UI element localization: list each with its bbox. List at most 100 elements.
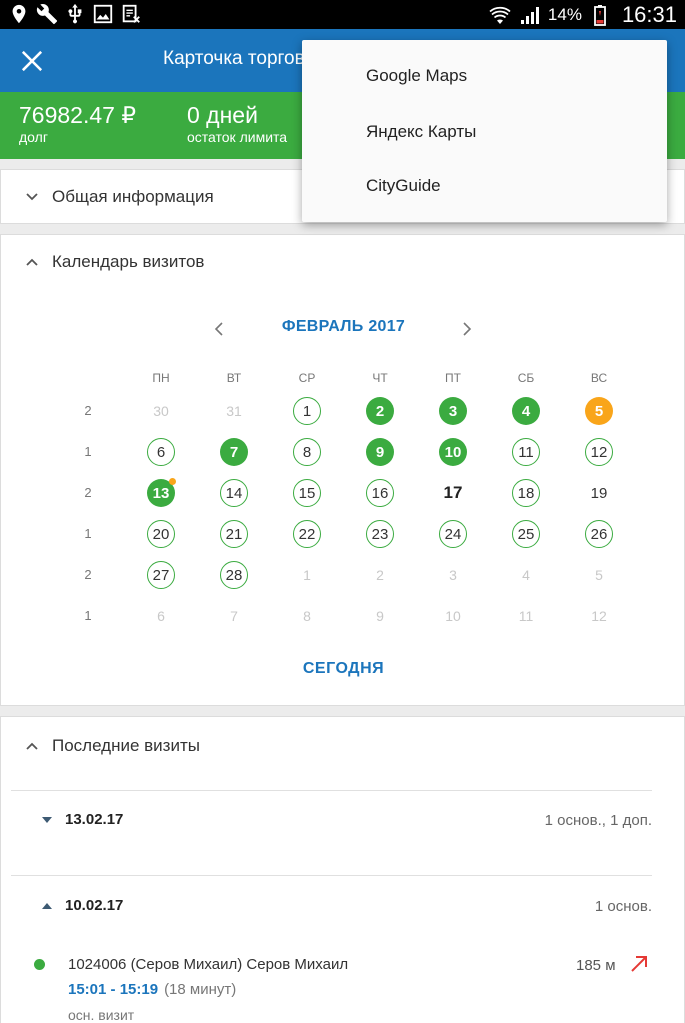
calendar-day[interactable]: 4: [512, 397, 540, 425]
calendar-day-number: 30: [153, 403, 169, 419]
calendar-day-number: 22: [298, 525, 316, 543]
calendar-day: 6: [147, 602, 175, 630]
weekday-label: ВС: [590, 371, 608, 385]
calendar-day-number: 18: [517, 484, 535, 502]
calendar-day-number: 21: [225, 525, 243, 543]
calendar-day-number: 1: [303, 567, 311, 583]
calendar-day-number: 14: [225, 484, 243, 502]
visit-time-range: 15:01 - 15:19: [68, 981, 159, 998]
weekday-label: ПТ: [445, 371, 461, 385]
location-icon: [12, 4, 26, 24]
limit-block: 0 дней остаток лимита: [187, 102, 287, 146]
recent-visits-header[interactable]: Последние визиты: [25, 736, 200, 756]
calendar-day-number: 15: [298, 484, 316, 502]
calendar-day-number: 2: [376, 567, 384, 583]
calendar-day[interactable]: 26: [585, 520, 613, 548]
divider: [11, 875, 652, 876]
calendar-day-number: 8: [302, 443, 312, 461]
calendar-day[interactable]: 15: [293, 479, 321, 507]
visit-group-0[interactable]: 13.02.17: [41, 811, 123, 828]
calendar-day: 10: [439, 602, 467, 630]
calendar-day-number: 4: [522, 567, 530, 583]
calendar-day-number: 31: [226, 403, 242, 419]
general-info-title: Общая информация: [52, 187, 214, 206]
arrow-up-right-icon[interactable]: [629, 954, 649, 974]
visit-duration: (18 минут): [164, 981, 237, 998]
today-button[interactable]: СЕГОДНЯ: [1, 660, 685, 678]
calendar-day-number: 7: [230, 608, 238, 624]
next-month-button[interactable]: [455, 317, 479, 341]
calendar-day-number: 13: [152, 484, 170, 502]
close-button[interactable]: [14, 43, 50, 79]
calendar-header[interactable]: Календарь визитов: [25, 252, 204, 272]
calendar-day-number: 10: [445, 608, 461, 624]
calendar-day[interactable]: 20: [147, 520, 175, 548]
battery-icon: [594, 5, 606, 26]
calendar-day: 1: [293, 561, 321, 589]
calendar-day[interactable]: 8: [293, 438, 321, 466]
usb-icon: [68, 3, 82, 24]
days-value: 0 дней: [187, 102, 258, 128]
recent-visits-card: Последние визиты 13.02.17 1 основ., 1 до…: [0, 716, 685, 1023]
menu-item-yandex-maps[interactable]: Яндекс Карты: [366, 122, 476, 142]
calendar-day-number: 9: [376, 608, 384, 624]
calendar-day[interactable]: 6: [147, 438, 175, 466]
recent-visits-title: Последние визиты: [52, 736, 200, 755]
calendar-day[interactable]: 16: [366, 479, 394, 507]
calendar-day[interactable]: 19: [585, 479, 613, 507]
chevron-up-icon: [26, 742, 38, 750]
calendar-title: Календарь визитов: [52, 252, 205, 271]
calendar-day[interactable]: 22: [293, 520, 321, 548]
calendar-day[interactable]: 9: [366, 438, 394, 466]
calendar-day[interactable]: 14: [220, 479, 248, 507]
general-info-header[interactable]: Общая информация: [25, 187, 214, 207]
calendar-day-number: 3: [449, 567, 457, 583]
calendar-day-number: 1: [302, 402, 312, 420]
calendar-day[interactable]: 1: [293, 397, 321, 425]
status-bar: 14% 16:31: [0, 0, 685, 29]
calendar-day: 9: [366, 602, 394, 630]
visit-status-dot: [34, 959, 45, 970]
weekday-label: СБ: [517, 371, 535, 385]
calendar-day[interactable]: 25: [512, 520, 540, 548]
calendar-day[interactable]: 24: [439, 520, 467, 548]
menu-item-cityguide[interactable]: CityGuide: [366, 176, 441, 196]
calendar-day[interactable]: 7: [220, 438, 248, 466]
calendar-day[interactable]: 27: [147, 561, 175, 589]
calendar-day-number: 6: [156, 443, 166, 461]
calendar-day[interactable]: 5: [585, 397, 613, 425]
week-visit-count: 1: [84, 608, 92, 623]
week-visit-count: 1: [84, 444, 92, 459]
calendar-nav: ФЕВРАЛЬ 2017: [1, 315, 685, 341]
weekday-label: СР: [298, 371, 316, 385]
calendar-day[interactable]: 2: [366, 397, 394, 425]
visit-name[interactable]: 1024006 (Серов Михаил) Серов Михаил: [68, 956, 348, 973]
calendar-day-number: 16: [371, 484, 389, 502]
calendar-day[interactable]: 10: [439, 438, 467, 466]
weekday-label: ВТ: [226, 371, 242, 385]
calendar-day-number: 11: [518, 443, 534, 461]
calendar-day[interactable]: 28: [220, 561, 248, 589]
calendar-day-number: 7: [229, 443, 239, 461]
maps-popup-menu: Google Maps Яндекс Карты CityGuide: [302, 40, 667, 222]
visit-time: 15:01 - 15:19 (18 минут): [68, 981, 236, 998]
calendar-day[interactable]: 18: [512, 479, 540, 507]
caret-up-icon: [42, 902, 52, 909]
calendar-day[interactable]: 23: [366, 520, 394, 548]
menu-item-google-maps[interactable]: Google Maps: [366, 66, 467, 86]
calendar-day: 3: [439, 561, 467, 589]
calendar-day[interactable]: 11: [512, 438, 540, 466]
calendar-day-number: 28: [225, 566, 243, 584]
debt-block: 76982.47 ₽ долг: [19, 102, 136, 146]
weekday-label: ПН: [152, 371, 170, 385]
visit-group-1[interactable]: 10.02.17: [41, 897, 123, 914]
calendar-day[interactable]: 12: [585, 438, 613, 466]
calendar-day[interactable]: 3: [439, 397, 467, 425]
calendar-day[interactable]: 21: [220, 520, 248, 548]
calendar-day[interactable]: 17: [439, 479, 467, 507]
visit-group-summary: 1 основ.: [594, 898, 652, 915]
week-visit-count: 1: [84, 526, 92, 541]
calendar-day[interactable]: 13: [147, 478, 176, 507]
signal-icon: [520, 7, 539, 24]
calendar-day-number: 9: [375, 443, 385, 461]
